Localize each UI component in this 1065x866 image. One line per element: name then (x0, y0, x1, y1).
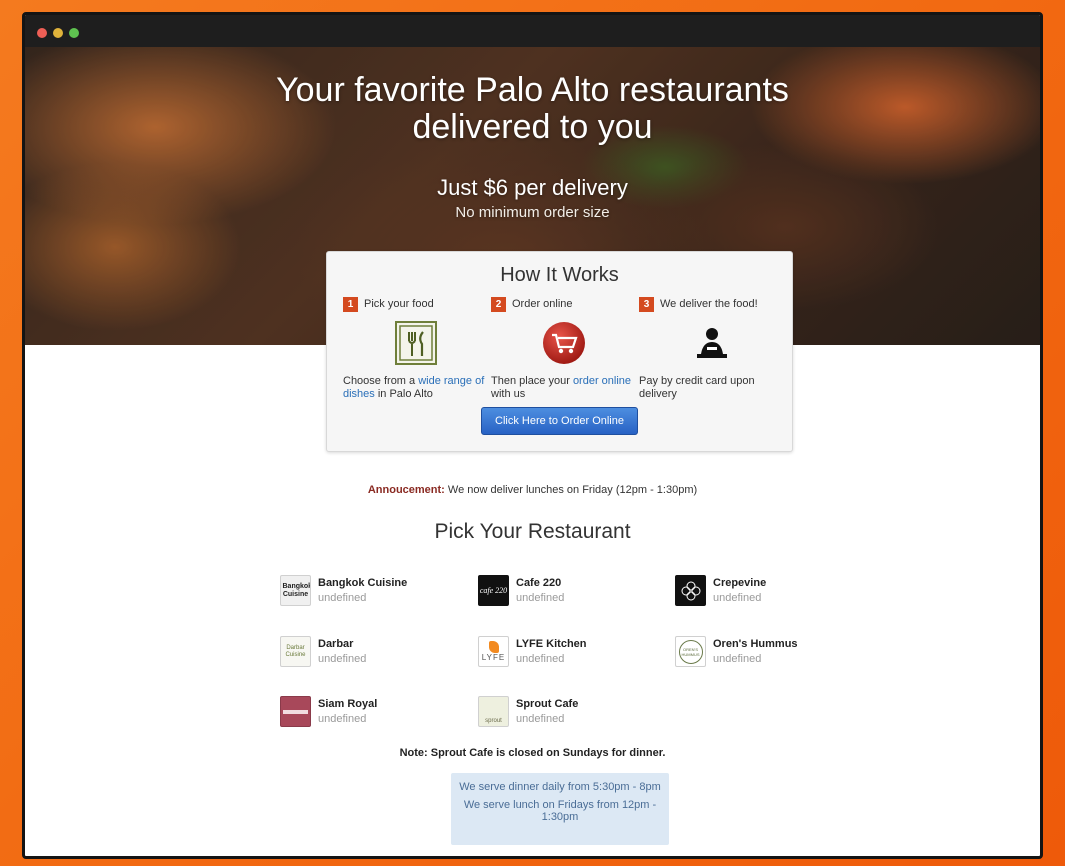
close-window-button[interactable] (37, 28, 47, 38)
step-description: Pay by credit card upon delivery (639, 375, 755, 400)
hero-title-line1: Your favorite Palo Alto restaurants (276, 71, 789, 109)
delivery-person-icon (639, 320, 784, 366)
step-desc-text: with us (491, 388, 526, 400)
lunch-hours: We serve lunch on Fridays from 12pm - 1:… (463, 799, 657, 823)
step-desc-text: in Palo Alto (374, 388, 433, 400)
announcement: Annoucement: We now deliver lunches on F… (25, 484, 1040, 496)
hero-title-line2: delivered to you (412, 108, 653, 146)
browser-window: Your favorite Palo Alto restaurants deli… (22, 12, 1043, 859)
step-description: Choose from a wide range of dishes in Pa… (343, 375, 488, 401)
shopping-cart-icon (491, 320, 636, 366)
restaurant-name: Oren's Hummus (713, 638, 798, 650)
restaurant-name: Sprout Cafe (516, 698, 579, 710)
logo-text: Darbar Cuisine (285, 644, 306, 658)
announcement-text: We now deliver lunches on Friday (12pm -… (444, 484, 698, 496)
restaurant-card-orens-hummus[interactable]: OREN'S HUMMUS Oren's Hummus undefined (675, 636, 855, 670)
restaurant-card-darbar[interactable]: Darbar Cuisine Darbar undefined (280, 636, 460, 670)
step-order-online: 2 Order online Then place your order onl… (491, 296, 636, 401)
logo-text: cafe 220 (479, 586, 508, 595)
restaurant-subtitle: undefined (516, 653, 565, 665)
logo-text: Bangkok Cuisine (282, 582, 311, 598)
dinner-hours: We serve dinner daily from 5:30pm - 8pm (459, 781, 661, 793)
crepevine-flower-logo (675, 575, 706, 606)
restaurant-logo: Bangkok Cuisine (280, 575, 311, 606)
window-titlebar (25, 15, 1040, 47)
order-online-link[interactable]: order online (573, 375, 631, 387)
announcement-label: Annoucement: (367, 484, 445, 496)
step-number-badge: 3 (639, 296, 654, 312)
sprout-cafe-note: Note: Sprout Cafe is closed on Sundays f… (399, 747, 666, 759)
order-online-button[interactable]: Click Here to Order Online (481, 407, 638, 435)
logo-text: sprout (485, 718, 502, 724)
logo-text: LYFE (481, 653, 506, 662)
restaurant-name: Crepevine (713, 577, 767, 589)
serving-hours-box: We serve dinner daily from 5:30pm - 8pm … (451, 773, 669, 845)
siam-royal-logo-band (283, 709, 308, 714)
restaurant-name: Darbar (318, 638, 354, 650)
restaurant-subtitle: undefined (318, 653, 367, 665)
restaurant-card-sprout-cafe[interactable]: sprout Sprout Cafe undefined (478, 696, 658, 730)
restaurant-logo (280, 696, 311, 727)
restaurant-subtitle: undefined (516, 592, 565, 604)
how-it-works-panel: How It Works 1 Pick your food Choose fro… (326, 251, 793, 452)
restaurant-card-crepevine[interactable]: Crepevine undefined (675, 575, 855, 609)
minimize-window-button[interactable] (53, 28, 63, 38)
restaurant-card-cafe-220[interactable]: cafe 220 Cafe 220 undefined (478, 575, 658, 609)
step-title: Order online (512, 298, 573, 310)
restaurant-logo: OREN'S HUMMUS (675, 636, 706, 667)
restaurant-card-bangkok-cuisine[interactable]: Bangkok Cuisine Bangkok Cuisine undefine… (280, 575, 460, 609)
step-delivery: 3 We deliver the food! Pay by credit car… (639, 296, 784, 401)
step-desc-text: Choose from a (343, 375, 419, 387)
zoom-window-button[interactable] (69, 28, 79, 38)
hero-title: Your favorite Palo Alto restaurants deli… (25, 72, 1040, 146)
restaurant-name: LYFE Kitchen (516, 638, 587, 650)
restaurant-card-lyfe-kitchen[interactable]: LYFE LYFE Kitchen undefined (478, 636, 658, 670)
restaurant-subtitle: undefined (713, 592, 762, 604)
restaurant-name: Cafe 220 (516, 577, 562, 589)
restaurant-logo: Darbar Cuisine (280, 636, 311, 667)
pick-restaurant-title: Pick Your Restaurant (434, 520, 631, 543)
restaurant-logo: sprout (478, 696, 509, 727)
step-description: Then place your order online with us (491, 375, 636, 401)
step-desc-text: Then place your (491, 375, 573, 387)
logo-text: OREN'S HUMMUS (678, 639, 703, 664)
hero-minimum: No minimum order size (455, 204, 610, 221)
step-pick-food: 1 Pick your food Choose from a wide rang… (343, 296, 488, 401)
step-title: We deliver the food! (660, 298, 758, 310)
restaurant-subtitle: undefined (318, 713, 367, 725)
step-number-badge: 1 (343, 296, 358, 312)
restaurant-logo: cafe 220 (478, 575, 509, 606)
restaurant-subtitle: undefined (318, 592, 367, 604)
step-title: Pick your food (364, 298, 434, 310)
how-it-works-title: How It Works (500, 264, 619, 286)
lyfe-leaf-icon (488, 641, 499, 653)
restaurant-name: Siam Royal (318, 698, 378, 710)
hero-price: Just $6 per delivery (437, 175, 628, 200)
restaurant-subtitle: undefined (713, 653, 762, 665)
fork-knife-icon (343, 320, 488, 366)
restaurant-logo: LYFE (478, 636, 509, 667)
step-number-badge: 2 (491, 296, 506, 312)
restaurant-name: Bangkok Cuisine (318, 577, 408, 589)
restaurant-card-siam-royal[interactable]: Siam Royal undefined (280, 696, 460, 730)
restaurant-subtitle: undefined (516, 713, 565, 725)
